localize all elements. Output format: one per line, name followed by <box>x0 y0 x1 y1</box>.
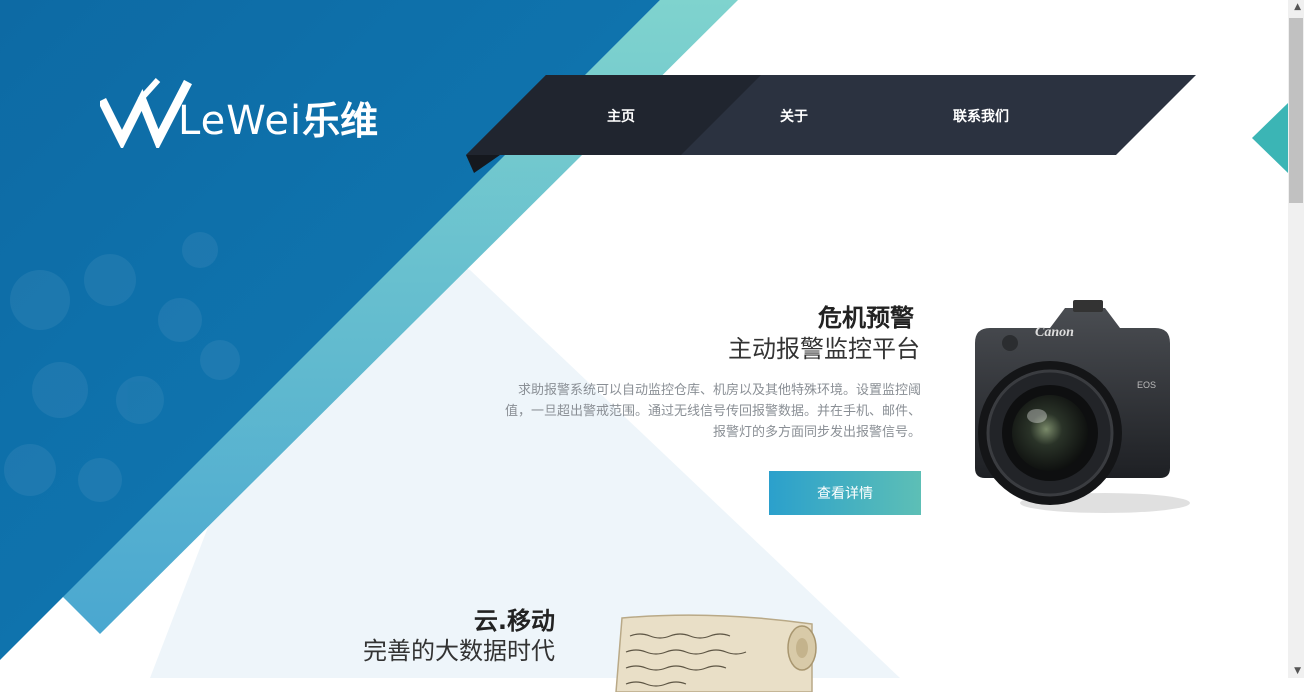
nav-home[interactable]: 主页 <box>607 106 635 126</box>
view-details-button[interactable]: 查看详情 <box>769 471 921 515</box>
camera-image: Canon EOS <box>975 300 1190 513</box>
logo-wordmark: LeWei乐维 <box>178 98 378 144</box>
logo-text-latin: LeWei <box>178 98 303 144</box>
logo-text-cn: 乐维 <box>302 99 379 143</box>
svg-text:EOS: EOS <box>1137 380 1156 390</box>
section-subtitle: 主动报警监控平台 <box>728 335 920 363</box>
scroll-image <box>615 614 817 692</box>
decorative-triangle <box>1252 103 1288 173</box>
scroll-down-icon[interactable]: ▼ <box>1294 666 1301 676</box>
svg-text:Canon: Canon <box>1035 325 1074 340</box>
nav-bar <box>466 75 1196 173</box>
feature-cloud-heading: 云.移动 完善的大数据时代 <box>363 606 555 666</box>
section-title: 云.移动 <box>473 607 555 635</box>
nav-about[interactable]: 关于 <box>780 106 808 126</box>
scroll-up-icon[interactable]: ▲ <box>1294 2 1301 12</box>
section-description: 求助报警系统可以自动监控仓库、机房以及其他特殊环境。设置监控阈值，一旦超出警戒范… <box>504 383 921 440</box>
nav-contact[interactable]: 联系我们 <box>953 106 1009 126</box>
scrollbar-thumb[interactable] <box>1289 18 1303 203</box>
scrollbar[interactable]: ▲ ▼ <box>1288 0 1304 678</box>
section-title: 危机预警 <box>818 304 914 332</box>
section-subtitle: 完善的大数据时代 <box>363 637 555 665</box>
feature-alert-heading: 危机预警 主动报警监控平台 <box>728 302 920 364</box>
